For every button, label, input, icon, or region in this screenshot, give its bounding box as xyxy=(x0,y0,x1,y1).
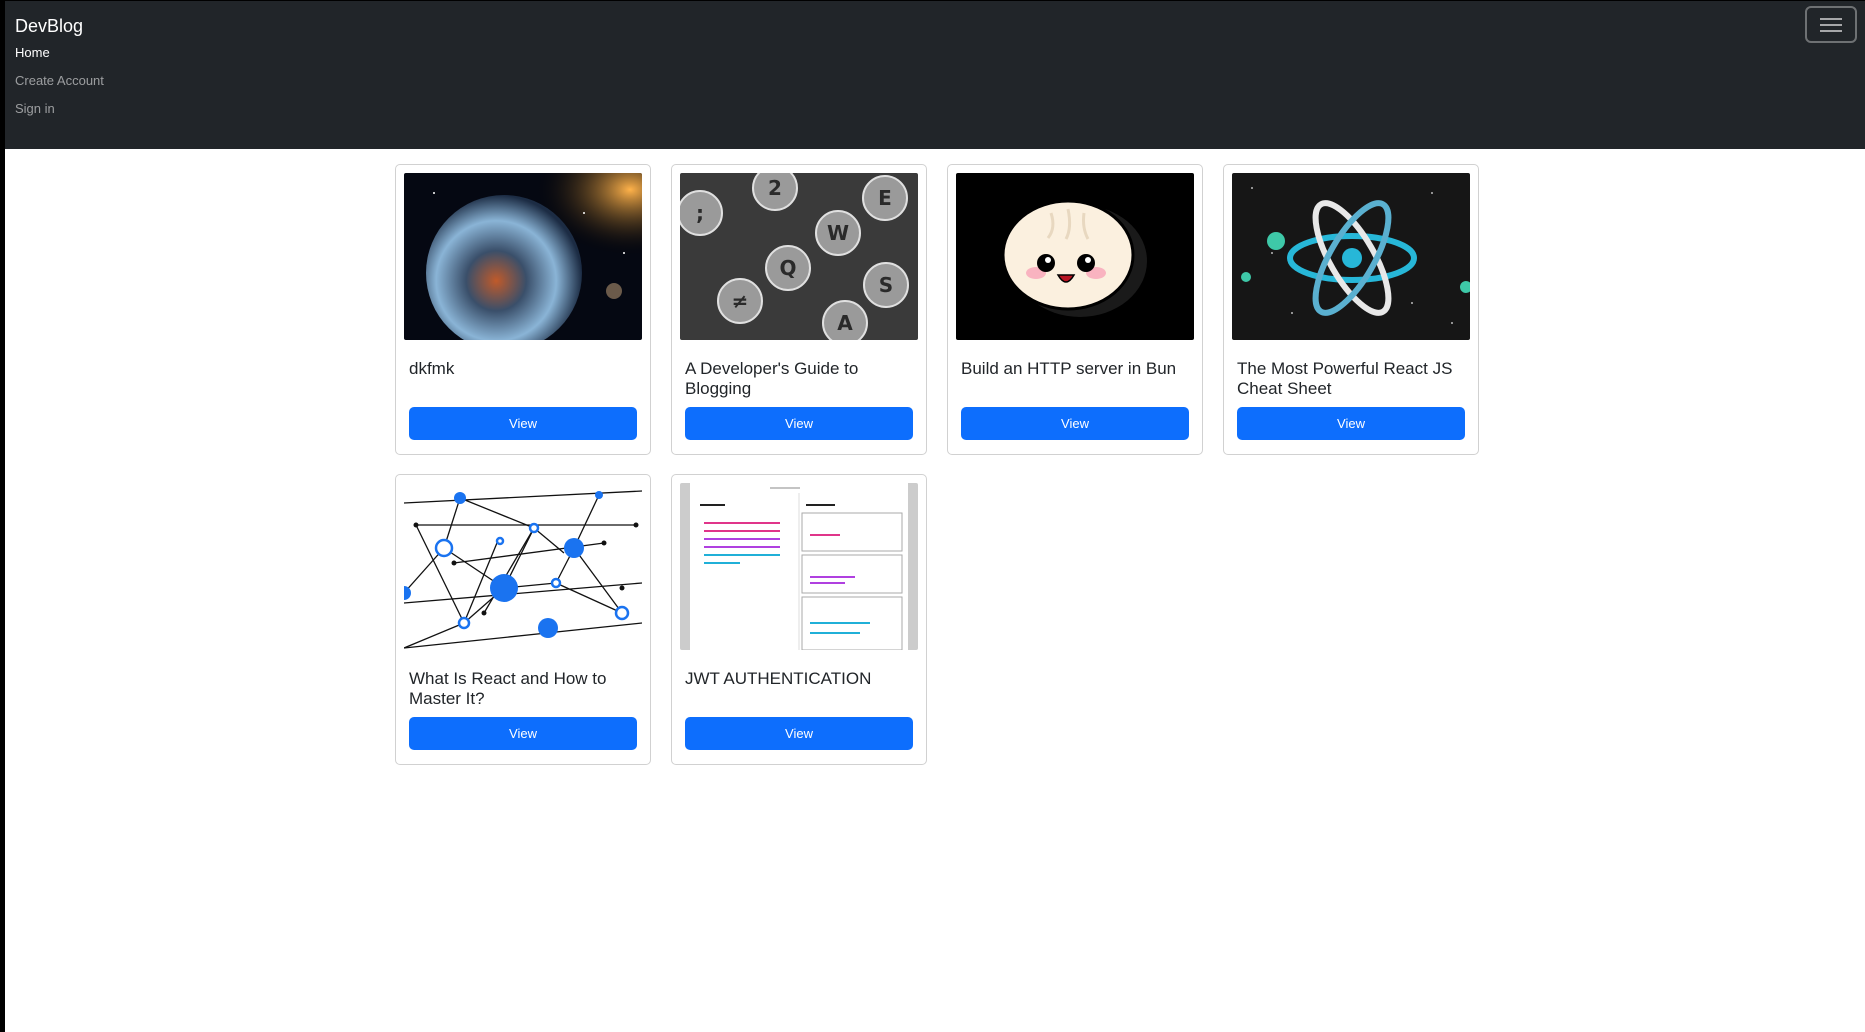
nav-link-create-account[interactable]: Create Account xyxy=(15,73,104,88)
nav-link-home[interactable]: Home xyxy=(15,45,50,60)
view-post-button[interactable]: View xyxy=(685,407,913,440)
post-card: dkfmk View xyxy=(395,164,651,455)
network-graph-image[interactable] xyxy=(404,483,642,650)
view-post-button[interactable]: View xyxy=(685,717,913,750)
view-post-button[interactable]: View xyxy=(409,407,637,440)
typewriter-keys-image[interactable]: ; 2 E W Q S ≠ A xyxy=(680,173,918,340)
jwt-decoder-image[interactable] xyxy=(680,483,918,650)
post-card: The Most Powerful React JS Cheat Sheet V… xyxy=(1223,164,1479,455)
nav-link-sign-in[interactable]: Sign in xyxy=(15,101,55,116)
post-title: JWT AUTHENTICATION xyxy=(685,669,872,688)
svg-text:S: S xyxy=(879,273,893,297)
view-post-button[interactable]: View xyxy=(961,407,1189,440)
bun-logo-image[interactable] xyxy=(956,173,1194,340)
browser-viewport: DevBlog Home Create Account Sign in dkfm… xyxy=(5,1,1865,1032)
svg-text:A: A xyxy=(837,311,853,335)
menu-icon-bar xyxy=(1820,30,1842,32)
brand-logo[interactable]: DevBlog xyxy=(15,16,83,37)
react-atom-image[interactable] xyxy=(1232,173,1470,340)
post-card: ; 2 E W Q S ≠ A A Developer's Guide to B… xyxy=(671,164,927,455)
svg-text:≠: ≠ xyxy=(732,289,749,313)
post-card: What Is React and How to Master It? View xyxy=(395,474,651,765)
svg-text:;: ; xyxy=(696,201,704,225)
menu-icon-bar xyxy=(1820,24,1842,26)
navbar-toggler-button[interactable] xyxy=(1805,6,1857,43)
post-title: The Most Powerful React JS Cheat Sheet xyxy=(1237,359,1453,398)
post-card: Build an HTTP server in Bun View xyxy=(947,164,1203,455)
svg-text:Q: Q xyxy=(779,256,796,280)
post-card: JWT AUTHENTICATION View xyxy=(671,474,927,765)
post-title: What Is React and How to Master It? xyxy=(409,669,607,708)
svg-text:E: E xyxy=(878,186,892,210)
view-post-button[interactable]: View xyxy=(1237,407,1465,440)
earth-space-image[interactable] xyxy=(404,173,642,340)
svg-text:W: W xyxy=(827,221,849,245)
post-title: dkfmk xyxy=(409,359,455,378)
menu-icon xyxy=(1820,18,1842,20)
svg-text:2: 2 xyxy=(768,176,782,200)
post-title: A Developer's Guide to Blogging xyxy=(685,359,859,398)
top-navbar: DevBlog Home Create Account Sign in xyxy=(5,1,1865,149)
post-title: Build an HTTP server in Bun xyxy=(961,359,1177,378)
view-post-button[interactable]: View xyxy=(409,717,637,750)
